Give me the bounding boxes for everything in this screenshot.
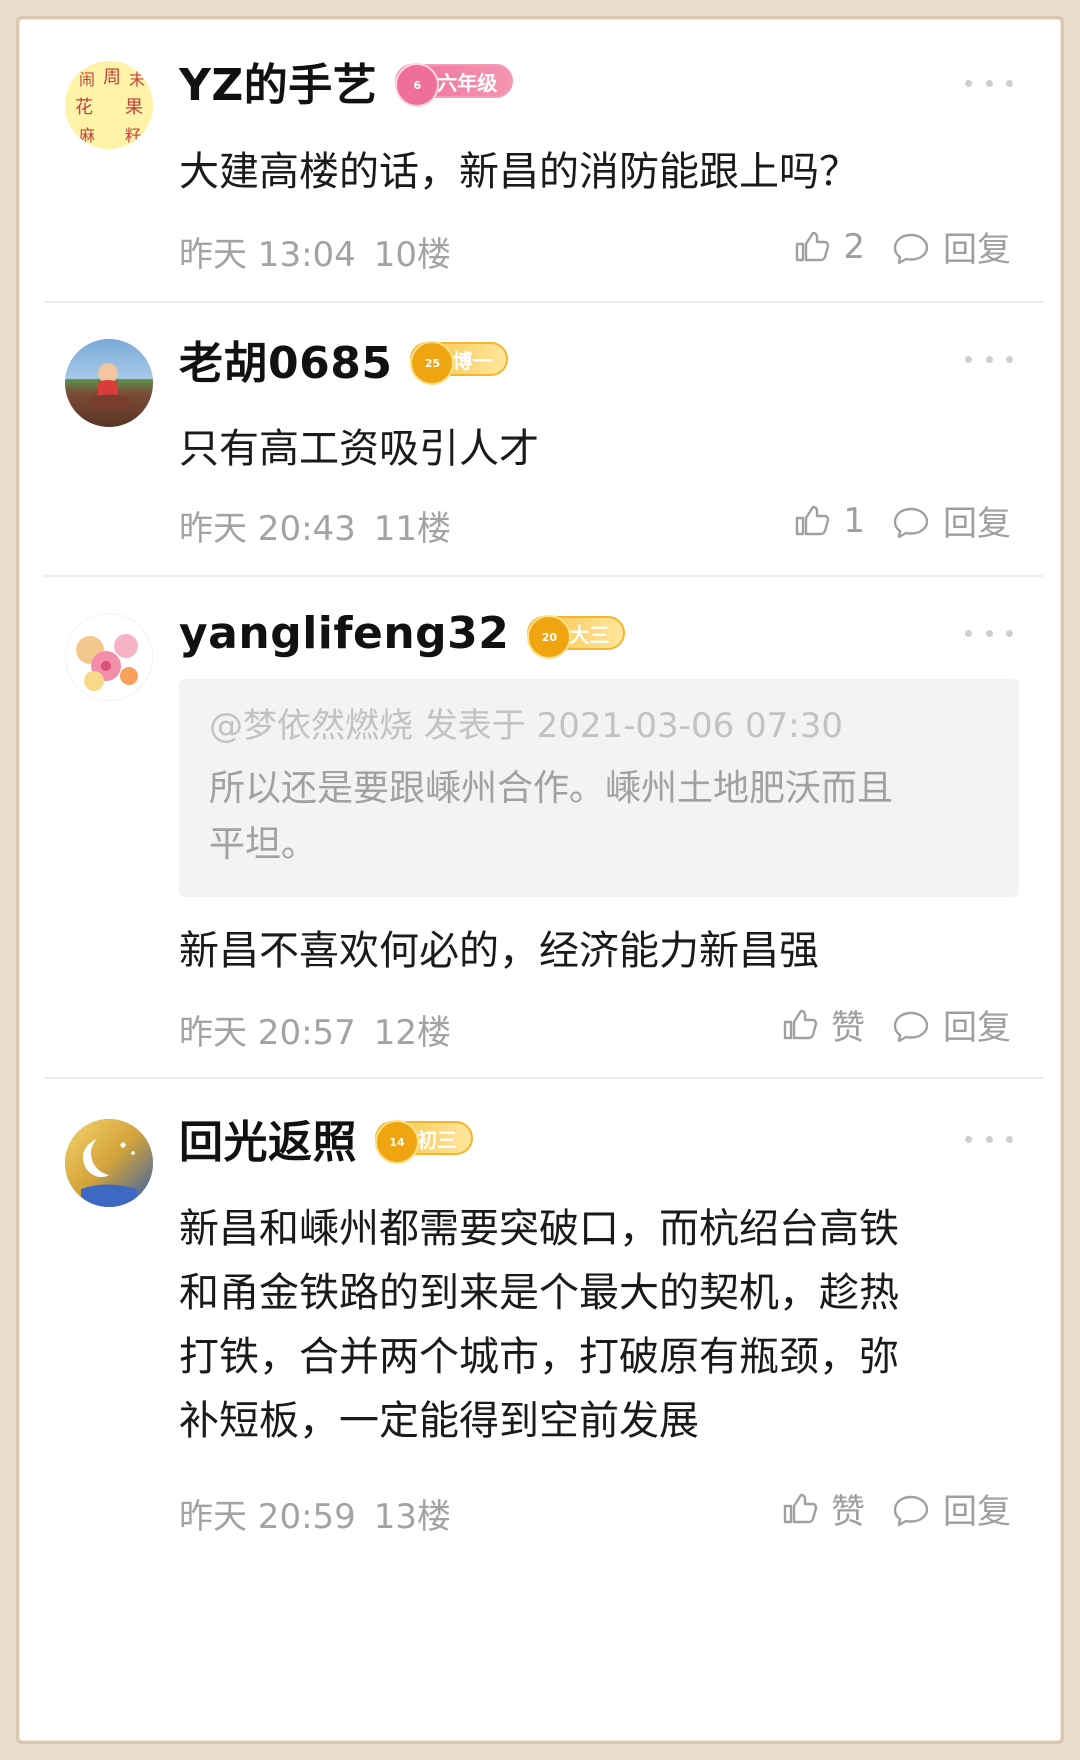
avatar[interactable]: 闹 周 末 花 果 麻 籽 (65, 61, 153, 149)
badge-number: 25 (424, 356, 441, 370)
comment-item: yanglifeng32 20 大三 @梦依然燃烧 发表于 2021-03-06… (19, 577, 1061, 1077)
thumbs-up-icon (779, 1489, 819, 1529)
more-icon[interactable] (965, 625, 1013, 641)
comment-time: 昨天 20:43 (179, 509, 356, 549)
comment-time: 昨天 20:57 (179, 1013, 356, 1053)
floor-number: 11楼 (373, 509, 452, 549)
comment-actions: 赞 回复 (779, 1484, 1011, 1533)
avatar[interactable] (65, 1119, 153, 1207)
comment-time: 昨天 13:04 (179, 235, 356, 275)
comment-meta: 昨天 13:04 10楼 (179, 227, 451, 276)
quoted-comment: @梦依然燃烧 发表于 2021-03-06 07:30 所以还是要跟嵊州合作。嵊… (179, 679, 1019, 897)
like-button[interactable]: 赞 (779, 1484, 865, 1533)
badge-number: 14 (389, 1135, 405, 1149)
comment-meta: 昨天 20:57 12楼 (179, 1005, 451, 1054)
comment-bubble-icon (891, 1489, 931, 1529)
comment-time: 昨天 20:59 (179, 1497, 356, 1537)
user-row: 老胡0685 25 博一 (179, 331, 509, 389)
comment-actions: 1 回复 (791, 496, 1011, 545)
reply-label: 回复 (943, 504, 1011, 544)
avatar-char: 籽 (125, 126, 141, 145)
avatar-char: 末 (129, 70, 145, 89)
badge-label: 六年级 (437, 70, 498, 95)
like-button[interactable]: 赞 (779, 1000, 865, 1049)
user-level-badge: 20 大三 (527, 615, 626, 659)
like-label: 赞 (831, 1492, 865, 1532)
like-label: 赞 (831, 1008, 865, 1048)
avatar[interactable] (65, 339, 153, 427)
avatar-char: 麻 (79, 126, 95, 145)
comment-actions: 赞 回复 (779, 1000, 1011, 1049)
more-icon[interactable] (965, 351, 1013, 367)
comment-meta: 昨天 20:43 11楼 (179, 501, 451, 550)
reply-button[interactable]: 回复 (891, 222, 1011, 271)
username[interactable]: YZ的手艺 (179, 49, 377, 113)
comment-item: 闹 周 末 花 果 麻 籽 YZ的手艺 6 六年级 大建高楼的话，新昌的消防能跟… (19, 19, 1061, 301)
reply-label: 回复 (943, 1492, 1011, 1532)
like-count: 1 (843, 500, 865, 541)
more-icon[interactable] (965, 75, 1013, 91)
comment-actions: 2 回复 (791, 222, 1011, 271)
username[interactable]: 回光返照 (179, 1106, 357, 1170)
star-badge-icon: 14 (375, 1120, 419, 1164)
reply-button[interactable]: 回复 (891, 496, 1011, 545)
floor-number: 10楼 (373, 235, 452, 275)
avatar-char: 闹 (79, 70, 95, 89)
user-row: 回光返照 14 初三 (179, 1110, 473, 1168)
avatar-char: 果 (125, 97, 143, 118)
comment-bubble-icon (891, 1005, 931, 1045)
avatar-char: 花 (75, 97, 93, 118)
badge-label: 初三 (417, 1127, 457, 1152)
thumbs-up-icon (791, 501, 831, 541)
quote-meta: @梦依然燃烧 发表于 2021-03-06 07:30 (209, 706, 843, 746)
comment-text: 新昌不喜欢何必的，经济能力新昌强 (179, 928, 819, 974)
like-count: 2 (843, 226, 865, 267)
user-level-badge: 25 博一 (410, 341, 509, 385)
comment-meta: 昨天 20:59 13楼 (179, 1489, 451, 1538)
avatar-image (66, 614, 152, 700)
comment-list: 闹 周 末 花 果 麻 籽 YZ的手艺 6 六年级 大建高楼的话，新昌的消防能跟… (16, 16, 1064, 1744)
more-icon[interactable] (965, 1131, 1013, 1147)
comment-text: 大建高楼的话，新昌的消防能跟上吗？ (179, 149, 859, 195)
username[interactable]: 老胡0685 (179, 327, 392, 391)
avatar-image: 闹 周 末 花 果 麻 籽 (65, 61, 153, 149)
thumbs-up-icon (791, 227, 831, 267)
user-level-badge: 14 初三 (375, 1120, 473, 1164)
reply-button[interactable]: 回复 (891, 1000, 1011, 1049)
avatar-char: 周 (103, 67, 121, 88)
badge-label: 博一 (452, 348, 493, 373)
avatar-image (65, 339, 153, 427)
floor-number: 13楼 (373, 1497, 452, 1537)
reply-button[interactable]: 回复 (891, 1484, 1011, 1533)
star-badge-icon: 6 (395, 63, 440, 107)
quote-body: 所以还是要跟嵊州合作。嵊州土地肥沃而且 平坦。 (209, 768, 894, 865)
floor-number: 12楼 (373, 1013, 452, 1053)
like-button[interactable]: 1 (791, 501, 865, 541)
comment-item: 老胡0685 25 博一 只有高工资吸引人才 昨天 20:43 11楼 1 回复 (19, 303, 1061, 575)
badge-number: 20 (541, 630, 558, 644)
avatar[interactable] (65, 613, 153, 701)
badge-number: 6 (413, 78, 422, 92)
user-level-badge: 6 六年级 (395, 63, 514, 107)
comment-text: 新昌和嵊州都需要突破口，而杭绍台高铁 和甬金铁路的到来是个最大的契机，趁热 打铁… (179, 1206, 899, 1444)
comment-bubble-icon (891, 501, 931, 541)
comment-bubble-icon (891, 227, 931, 267)
comment-text: 只有高工资吸引人才 (179, 426, 539, 472)
like-button[interactable]: 2 (791, 227, 865, 267)
thumbs-up-icon (779, 1005, 819, 1045)
comment-item: 回光返照 14 初三 新昌和嵊州都需要突破口，而杭绍台高铁 和甬金铁路的到来是个… (19, 1079, 1061, 1729)
badge-label: 大三 (569, 622, 610, 647)
reply-label: 回复 (943, 1008, 1011, 1048)
star-badge-icon: 25 (410, 341, 455, 385)
star-badge-icon: 20 (527, 615, 572, 659)
avatar-image (65, 1119, 153, 1207)
user-row: YZ的手艺 6 六年级 (179, 53, 514, 111)
username[interactable]: yanglifeng32 (179, 608, 509, 659)
user-row: yanglifeng32 20 大三 (179, 605, 626, 661)
reply-label: 回复 (943, 230, 1011, 270)
